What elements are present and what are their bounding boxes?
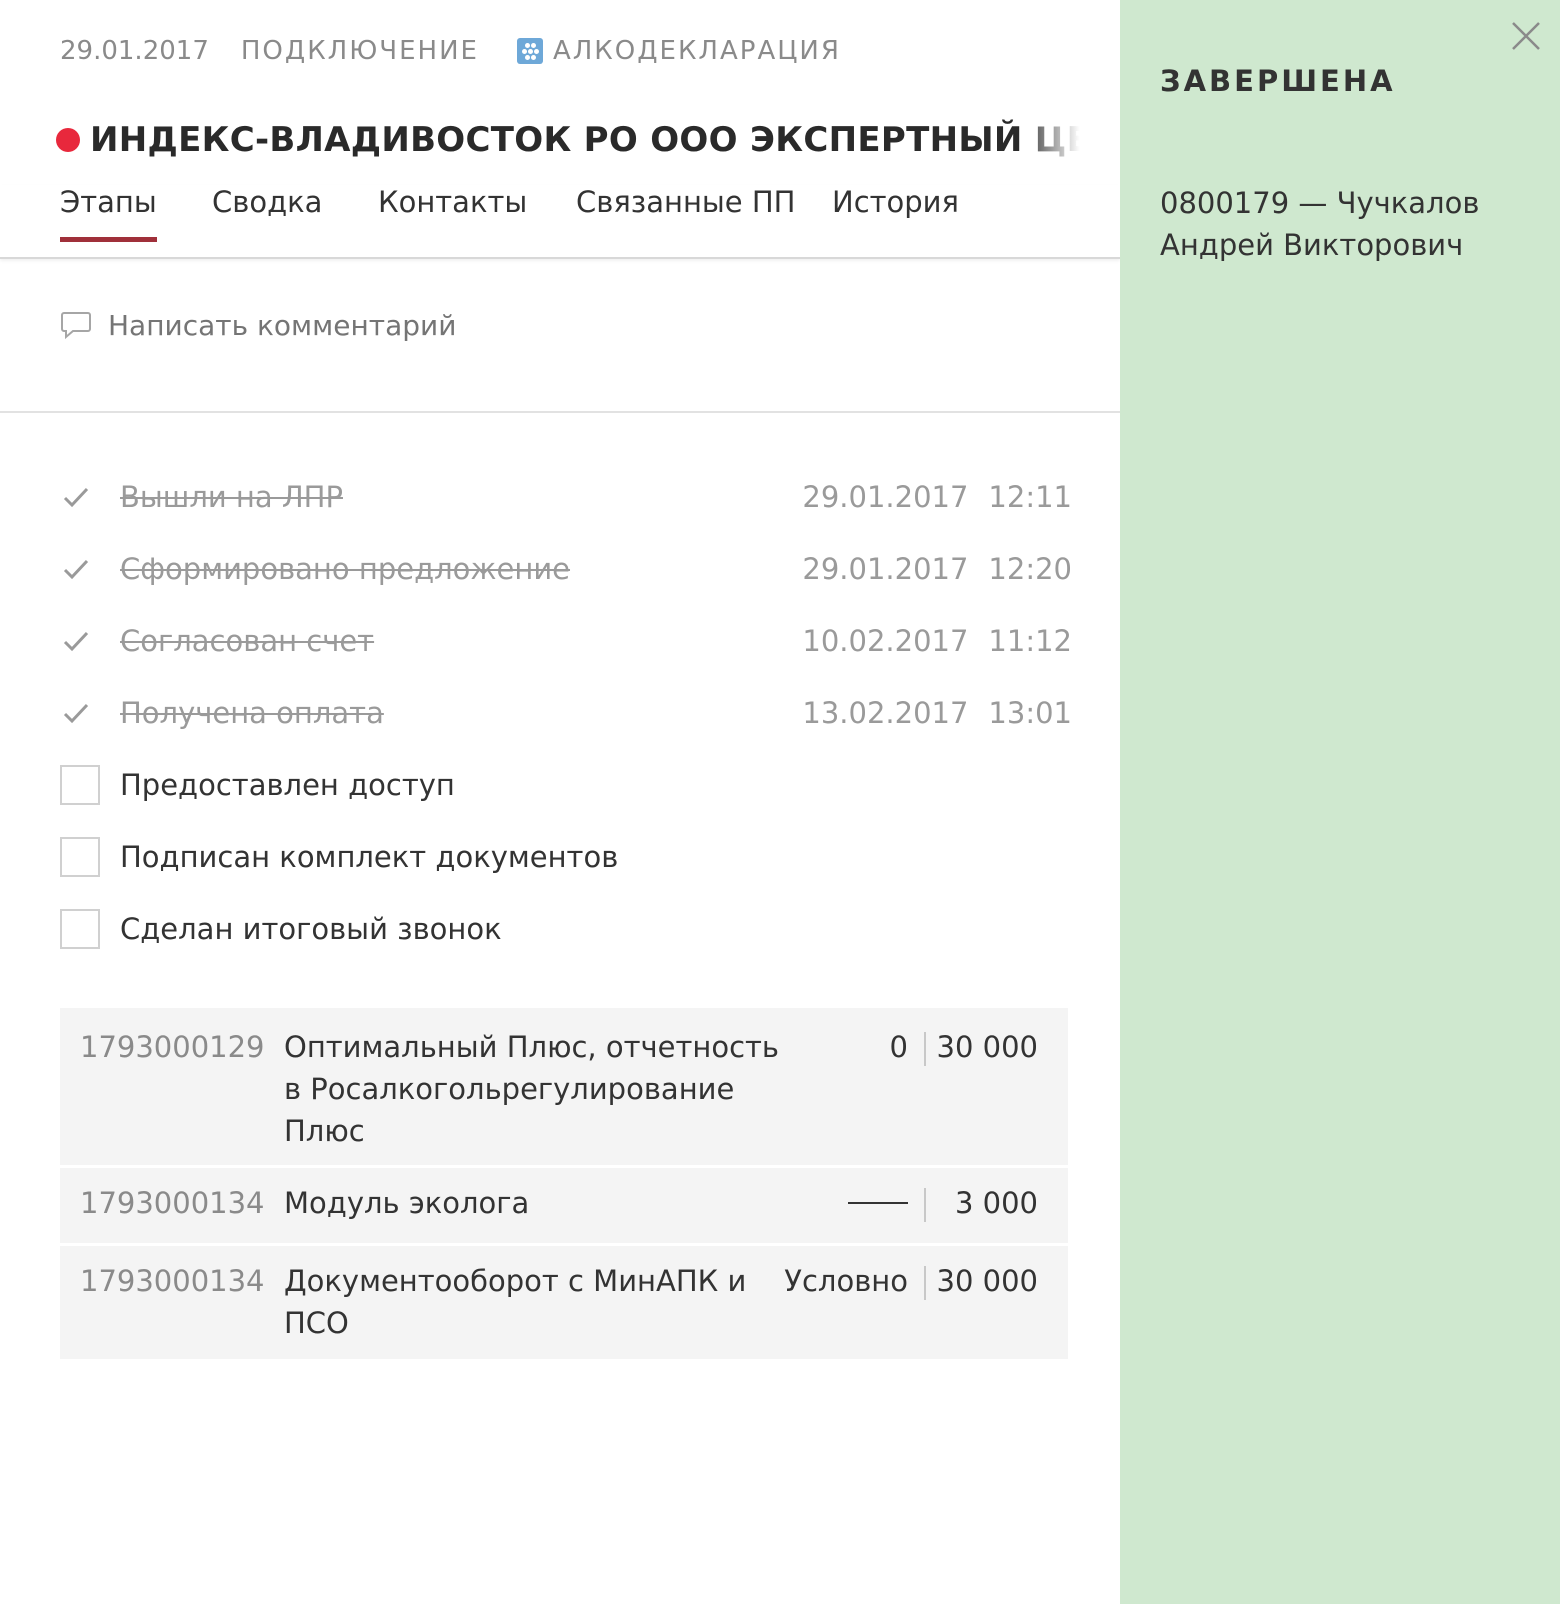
check-icon — [63, 487, 89, 508]
product-qty: Условно — [784, 1264, 908, 1298]
tab-bar: Этапы Сводка Контакты Связанные ПП Истор… — [0, 185, 1120, 259]
check-icon — [63, 559, 89, 580]
stage-todo: Сделан итоговый звонок — [60, 905, 1072, 953]
tab-related[interactable]: Связанные ПП — [576, 185, 795, 237]
stage-done: Сформировано предложение 29.01.2017 12:20 — [60, 545, 1072, 593]
product-price: 30 000 — [936, 1264, 1038, 1298]
stage-label: Подписан комплект документов — [120, 840, 619, 874]
stage-checkbox[interactable] — [60, 837, 100, 877]
product-name: Документооборот с МинАПК и ПСО — [284, 1264, 747, 1340]
stage-label: Сделан итоговый звонок — [120, 912, 502, 946]
stage-timestamp: 29.01.2017 12:11 — [802, 480, 1072, 514]
stage-done: Согласован счет 10.02.2017 11:12 — [60, 617, 1072, 665]
tab-stages[interactable]: Этапы — [60, 185, 157, 242]
deal-type: ПОДКЛЮЧЕНИЕ — [240, 36, 479, 66]
deal-product: АЛКОДЕКЛАРАЦИЯ — [516, 36, 841, 66]
status-label: ЗАВЕРШЕНА — [1160, 64, 1396, 98]
product-qty: 0 — [889, 1030, 908, 1064]
product-code: 1793000134 — [80, 1186, 265, 1220]
close-icon[interactable] — [1510, 20, 1542, 52]
stage-done: Получена оплата 13.02.2017 13:01 — [60, 689, 1072, 737]
page-title-row: ИНДЕКС-ВЛАДИВОСТОК РО ООО ЭКСПЕРТНЫЙ ЦЕН… — [56, 112, 1090, 168]
stage-todo: Предоставлен доступ — [60, 761, 1072, 809]
breadcrumb: 29.01.2017 ПОДКЛЮЧЕНИЕ АЛКОДЕКЛАРАЦИЯ — [60, 33, 841, 69]
divider — [0, 411, 1120, 413]
grape-icon — [516, 38, 543, 64]
stage-timestamp: 29.01.2017 12:20 — [802, 552, 1072, 586]
tab-summary[interactable]: Сводка — [212, 185, 322, 237]
tab-history[interactable]: История — [832, 185, 959, 237]
responsible-person: 0800179 — Чучкалов Андрей Викторович — [1160, 186, 1480, 262]
product-name: Модуль эколога — [284, 1186, 530, 1220]
product-name: АЛКОДЕКЛАРАЦИЯ — [552, 36, 841, 66]
comment-icon — [61, 312, 91, 340]
stage-label: Вышли на ЛПР — [120, 480, 343, 514]
check-icon — [63, 631, 89, 652]
product-code: 1793000129 — [80, 1030, 265, 1064]
product-price: 30 000 — [936, 1030, 1038, 1064]
product-name: Оптимальный Плюс, отчетность в Росалкого… — [284, 1030, 779, 1148]
page-title: ИНДЕКС-ВЛАДИВОСТОК РО ООО ЭКСПЕРТНЫЙ ЦЕН… — [90, 120, 1090, 160]
product-price: 3 000 — [954, 1186, 1038, 1220]
stage-label: Получена оплата — [120, 696, 384, 730]
stage-label: Согласован счет — [120, 624, 375, 658]
deal-date: 29.01.2017 — [60, 36, 209, 66]
tab-contacts[interactable]: Контакты — [378, 185, 527, 237]
stage-todo: Подписан комплект документов — [60, 833, 1072, 881]
stage-label: Сформировано предложение — [120, 552, 571, 586]
stage-timestamp: 10.02.2017 11:12 — [802, 624, 1072, 658]
stage-checkbox[interactable] — [60, 909, 100, 949]
product-code: 1793000134 — [80, 1264, 265, 1298]
table-row[interactable]: 1793000134 Документооборот с МинАПК и ПС… — [60, 1246, 1068, 1359]
check-icon — [63, 703, 89, 724]
stage-done: Вышли на ЛПР 29.01.2017 12:11 — [60, 473, 1072, 521]
products-table: 1793000129 Оптимальный Плюс, отчетность … — [60, 1008, 1068, 1362]
table-row[interactable]: 1793000134 Модуль эколога 3 000 — [60, 1168, 1068, 1243]
status-dot-icon — [56, 128, 80, 152]
stage-timestamp: 13.02.2017 13:01 — [802, 696, 1072, 730]
product-qty-empty — [848, 1184, 908, 1218]
main-panel: 29.01.2017 ПОДКЛЮЧЕНИЕ АЛКОДЕКЛАРАЦИЯ ИН… — [0, 0, 1120, 1604]
stage-label: Предоставлен доступ — [120, 768, 455, 802]
comment-input[interactable] — [108, 308, 608, 342]
comment-row — [60, 305, 608, 345]
status-sidebar: ЗАВЕРШЕНА 0800179 — Чучкалов Андрей Викт… — [1120, 0, 1560, 1604]
stage-checkbox[interactable] — [60, 765, 100, 805]
table-row[interactable]: 1793000129 Оптимальный Плюс, отчетность … — [60, 1008, 1068, 1165]
